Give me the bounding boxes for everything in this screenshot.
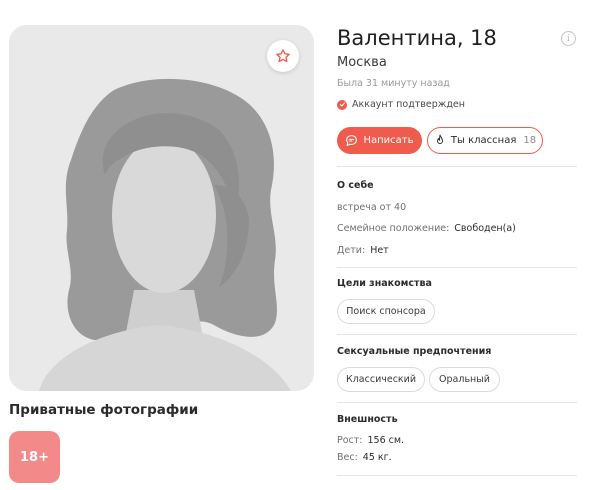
- weight-label: Вес:: [337, 452, 358, 463]
- goals-title: Цели знакомства: [337, 278, 432, 289]
- preference-chip[interactable]: Оральный: [429, 367, 500, 392]
- preferences-title: Сексуальные предпочтения: [337, 346, 492, 357]
- weight-row: Вес: 45 кг.: [337, 452, 392, 463]
- marital-status-value: Свободен(а): [454, 223, 516, 234]
- height-label: Рост:: [337, 435, 363, 446]
- favorite-button[interactable]: [267, 40, 299, 72]
- marital-status-label: Семейное положение:: [337, 223, 450, 234]
- divider: [337, 267, 577, 268]
- chat-bubble-icon: [346, 135, 358, 146]
- info-icon[interactable]: i: [561, 31, 576, 46]
- star-icon: [276, 49, 290, 63]
- profile-name: Валентина, 18: [337, 26, 497, 50]
- divider: [337, 334, 577, 335]
- about-title: О себе: [337, 180, 374, 191]
- about-text: встреча от 40: [337, 202, 407, 213]
- weight-value: 45 кг.: [362, 452, 392, 463]
- verified-label: Аккаунт подтвержден: [352, 99, 465, 110]
- height-value: 156 см.: [367, 435, 405, 446]
- last-seen-status: Была 31 минуту назад: [337, 78, 450, 89]
- appearance-title: Внешность: [337, 414, 398, 425]
- avatar-placeholder: [9, 25, 314, 391]
- flame-icon: [436, 134, 443, 144]
- divider: [337, 166, 577, 167]
- verified-status: Аккаунт подтвержден: [337, 99, 465, 110]
- goal-chip[interactable]: Поиск спонсора: [337, 299, 435, 324]
- kids-value: Нет: [370, 245, 389, 256]
- kids-status: Дети: Нет: [337, 245, 389, 256]
- kids-label: Дети:: [337, 245, 366, 256]
- marital-status: Семейное положение: Свободен(а): [337, 223, 516, 234]
- divider: [337, 402, 577, 403]
- profile-photo[interactable]: [9, 25, 314, 391]
- check-circle-icon: [337, 99, 347, 110]
- compliment-button[interactable]: Ты классная 18: [427, 127, 543, 154]
- compliment-label: Ты классная: [450, 135, 517, 146]
- compliment-count: 18: [523, 135, 537, 146]
- private-photos-title: Приватные фотографии: [9, 402, 199, 418]
- preference-chip[interactable]: Классический: [337, 367, 425, 392]
- profile-city: Москва: [337, 55, 387, 70]
- adult-content-badge[interactable]: 18+: [9, 431, 60, 483]
- write-message-button[interactable]: Написать: [337, 127, 422, 154]
- height-row: Рост: 156 см.: [337, 435, 404, 446]
- write-message-label: Написать: [363, 135, 414, 146]
- divider: [337, 475, 577, 476]
